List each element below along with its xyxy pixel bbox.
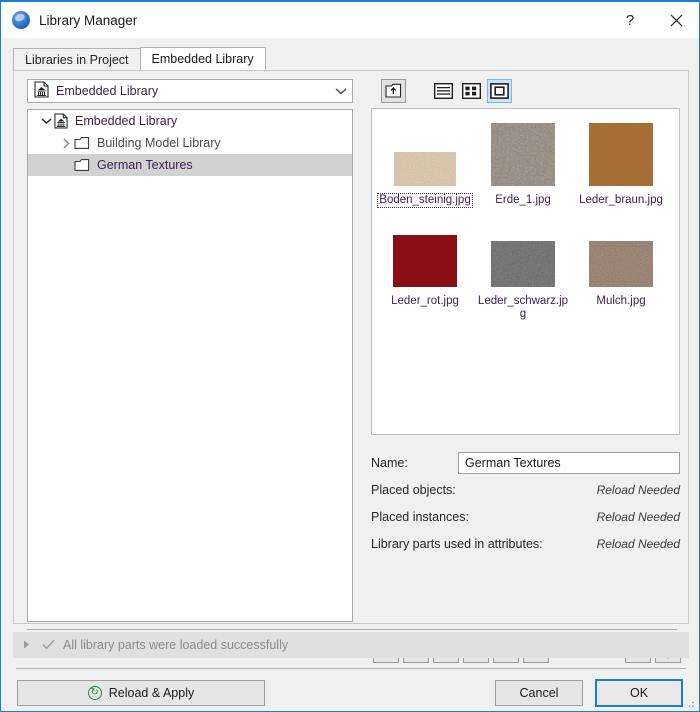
ok-label: OK	[629, 686, 649, 700]
embedded-library-icon	[54, 113, 68, 129]
tree-item-embedded-library[interactable]: Embedded Library	[28, 110, 352, 132]
thumbnail-wrap	[394, 119, 456, 189]
grid-item[interactable]: Leder_rot.jpg	[376, 218, 474, 322]
triangle-right-icon[interactable]	[23, 640, 30, 651]
library-items-grid[interactable]: Boden_steinig.jpg Erde_1.jpg Leder_braun…	[371, 108, 680, 435]
details-view-icon	[462, 83, 481, 99]
embedded-library-icon	[34, 81, 49, 101]
view-toolbar	[369, 77, 679, 105]
texture-thumbnail-mulch	[589, 241, 653, 290]
tree-item-label: German Textures	[97, 158, 193, 172]
detail-row-placed-objects: Placed objects: Reload Needed	[371, 476, 680, 503]
detail-label: Library parts used in attributes:	[371, 536, 543, 551]
detail-label: Name:	[371, 455, 408, 470]
tab-strip: Libraries in Project Embedded Library	[13, 47, 266, 70]
tab-page-embedded-library: Embedded Library Embedded Library Buildi…	[13, 70, 689, 663]
library-selector-combo[interactable]: Embedded Library	[27, 79, 353, 103]
list-view-icon	[434, 83, 453, 99]
chevron-down-icon[interactable]	[38, 117, 54, 125]
status-message: All library parts were loaded successful…	[63, 638, 289, 652]
texture-thumbnail-brown-leather	[589, 123, 653, 189]
reload-and-apply-button[interactable]: ↻ Reload & Apply	[17, 680, 265, 706]
texture-thumbnail-black-leather	[491, 241, 555, 290]
archicad-globe-icon	[12, 11, 30, 29]
large-icon-view-button[interactable]	[487, 79, 512, 103]
chevron-right-icon[interactable]	[58, 138, 74, 149]
detail-row-library-parts-attributes: Library parts used in attributes: Reload…	[371, 530, 680, 557]
detail-label: Placed instances:	[371, 509, 469, 524]
grid-item[interactable]: Erde_1.jpg	[474, 117, 572, 208]
toolbar-separator	[27, 629, 677, 630]
tree-item-label: Building Model Library	[97, 136, 221, 150]
tree-item-german-textures[interactable]: German Textures	[28, 154, 352, 176]
library-selector-value: Embedded Library	[56, 84, 159, 98]
window-controls: ?	[607, 2, 699, 38]
thumbnail-wrap	[589, 119, 653, 189]
grid-item-label: Boden_steinig.jpg	[377, 193, 473, 208]
detail-value: Reload Needed	[596, 509, 680, 524]
details-panel: Name: German Textures Placed objects: Re…	[371, 449, 680, 557]
question-mark-icon: ?	[625, 11, 635, 29]
folder-up-icon	[385, 83, 402, 98]
check-icon	[42, 638, 55, 653]
window-title: Library Manager	[39, 12, 138, 28]
status-bar[interactable]: All library parts were loaded successful…	[13, 632, 689, 658]
thumbnail-wrap	[393, 220, 457, 290]
grid-item[interactable]: Mulch.jpg	[572, 218, 670, 322]
detail-row-placed-instances: Placed instances: Reload Needed	[371, 503, 680, 530]
name-input[interactable]: German Textures	[458, 451, 680, 474]
go-up-folder-button[interactable]	[381, 79, 406, 103]
tree-item-building-model-library[interactable]: Building Model Library	[28, 132, 352, 154]
cancel-button[interactable]: Cancel	[495, 680, 583, 706]
grid-item[interactable]: Leder_schwarz.jpg	[474, 218, 572, 322]
ok-button[interactable]: OK	[595, 679, 683, 707]
grid-row: Leder_rot.jpg Leder_schwarz.jpg Mulch.jp…	[376, 218, 675, 322]
grid-row: Boden_steinig.jpg Erde_1.jpg Leder_braun…	[376, 117, 675, 208]
list-view-button[interactable]	[431, 79, 456, 103]
tab-libraries-in-project[interactable]: Libraries in Project	[13, 48, 141, 70]
detail-row-name: Name: German Textures	[371, 449, 680, 476]
thumbnail-wrap	[491, 220, 555, 290]
tab-label: Libraries in Project	[25, 52, 129, 67]
close-icon	[670, 14, 682, 26]
grid-item-label: Leder_schwarz.jpg	[477, 295, 569, 320]
resize-grip-icon[interactable]	[684, 697, 696, 709]
detail-value: Reload Needed	[596, 536, 680, 551]
details-view-button[interactable]	[459, 79, 484, 103]
texture-thumbnail-dark-earth	[491, 123, 555, 189]
texture-thumbnail-stone-soil	[394, 152, 456, 189]
grid-item[interactable]: Leder_braun.jpg	[572, 117, 670, 208]
help-button[interactable]: ?	[607, 2, 653, 38]
folder-icon	[74, 136, 90, 150]
detail-label: Placed objects:	[371, 482, 456, 497]
footer-separator	[16, 668, 686, 669]
large-icon-view-icon	[490, 83, 509, 99]
close-button[interactable]	[653, 2, 699, 38]
chevron-down-icon[interactable]	[330, 80, 352, 102]
detail-value: Reload Needed	[596, 482, 680, 497]
grid-item-label: Leder_braun.jpg	[579, 194, 663, 206]
thumbnail-wrap	[589, 220, 653, 290]
cancel-label: Cancel	[519, 686, 559, 700]
tree-item-label: Embedded Library	[75, 114, 178, 128]
refresh-icon: ↻	[87, 686, 102, 700]
grid-item[interactable]: Boden_steinig.jpg	[376, 117, 474, 208]
library-tree[interactable]: Embedded Library Building Model Library	[27, 109, 353, 622]
thumbnail-wrap	[491, 119, 555, 189]
grid-item-label: Erde_1.jpg	[495, 194, 551, 206]
tab-label: Embedded Library	[151, 52, 254, 66]
grid-item-label: Leder_rot.jpg	[391, 295, 459, 307]
grid-item-label: Mulch.jpg	[596, 295, 646, 307]
reload-and-apply-label: Reload & Apply	[108, 686, 195, 700]
tab-embedded-library[interactable]: Embedded Library	[139, 47, 266, 70]
folder-icon	[74, 158, 90, 172]
library-manager-window: Library Manager ? Libraries in Project E…	[0, 0, 700, 712]
texture-thumbnail-red-leather	[393, 235, 457, 290]
title-bar: Library Manager ?	[1, 2, 699, 38]
